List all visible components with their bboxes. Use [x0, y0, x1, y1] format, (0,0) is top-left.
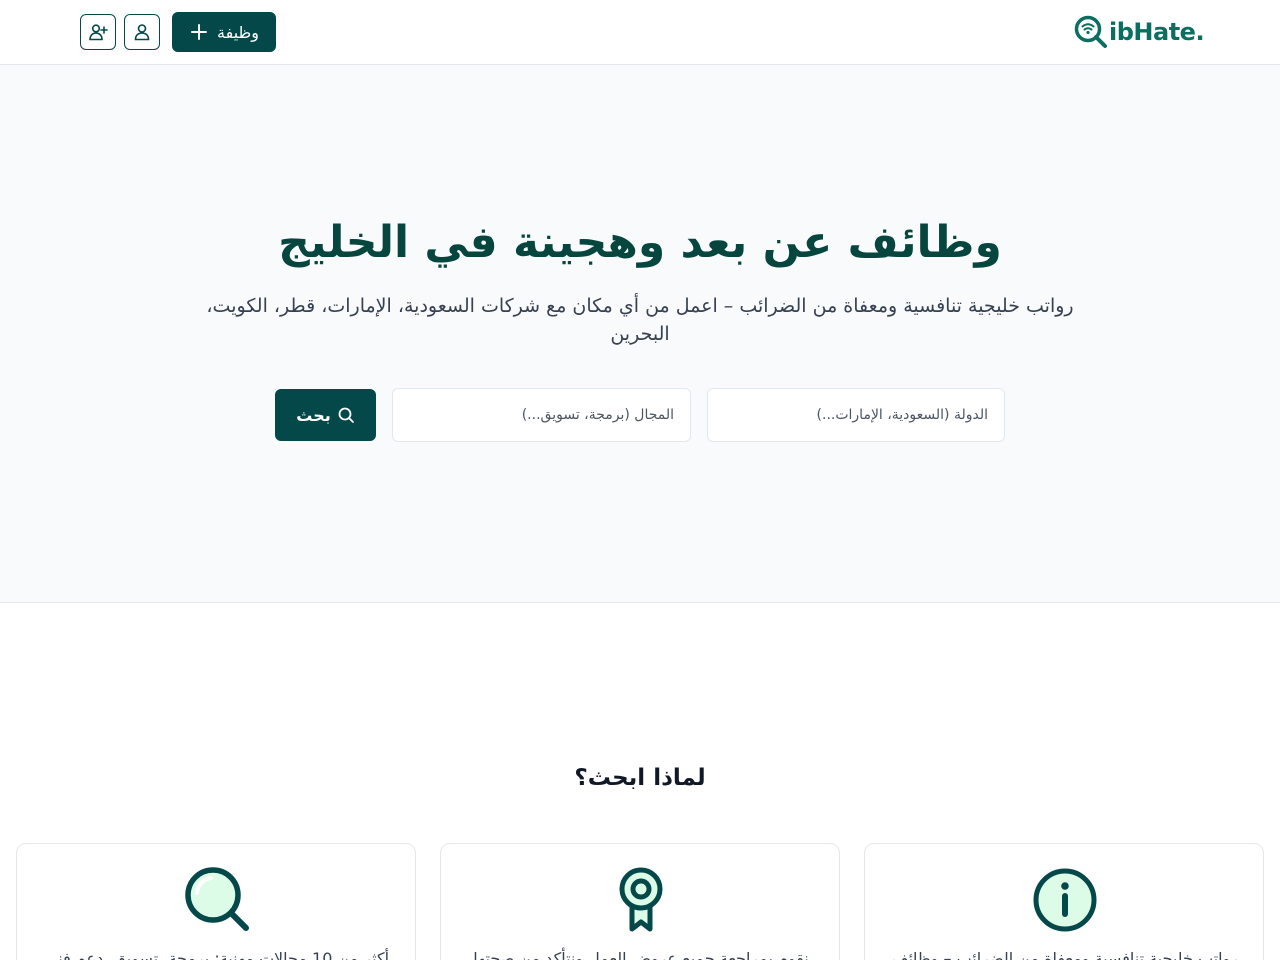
post-job-label: وظيفة — [217, 22, 259, 42]
logo-magnifier-icon — [1074, 15, 1107, 48]
feature-card-text: نقوم بمراجعة جميع عروض العمل ونتأكد من ص… — [473, 949, 809, 960]
search-button-label: بحث — [296, 405, 331, 425]
search-icon — [338, 407, 354, 423]
logo-text: ibHate. — [1109, 18, 1205, 46]
award-icon — [619, 867, 663, 932]
domain-input[interactable] — [392, 388, 691, 442]
hero-title: وظائف عن بعد وهجينة في الخليج — [278, 217, 1002, 268]
hero-section: وظائف عن بعد وهجينة في الخليج رواتب خليج… — [0, 65, 1280, 603]
post-job-button[interactable]: وظيفة — [172, 12, 276, 52]
hero-subtitle: رواتب خليجية تنافسية ومعفاة من الضرائب –… — [206, 295, 1074, 345]
feature-card-search: أكثر من 10 مجالات مهنية: برمجة، تسويق، د… — [16, 843, 416, 960]
search-button[interactable]: بحث — [275, 389, 376, 441]
top-navbar: ibHate. وظيفة — [0, 0, 1280, 65]
feature-card-text: رواتب خليجية تنافسية ومعفاة من الضرائب –… — [892, 949, 1238, 960]
country-input[interactable] — [707, 388, 1005, 442]
user-plus-icon — [89, 24, 108, 41]
feature-card-award: نقوم بمراجعة جميع عروض العمل ونتأكد من ص… — [440, 843, 840, 960]
user-icon — [134, 24, 150, 41]
info-icon — [1033, 868, 1097, 932]
why-section-title: لماذا ابحث؟ — [574, 765, 706, 791]
search-icon — [185, 867, 249, 931]
site-logo[interactable]: ibHate. — [1073, 14, 1205, 50]
login-button[interactable] — [124, 14, 160, 50]
plus-icon — [191, 24, 208, 40]
feature-card-info: رواتب خليجية تنافسية ومعفاة من الضرائب –… — [864, 843, 1264, 960]
register-button[interactable] — [80, 14, 116, 50]
feature-card-text: أكثر من 10 مجالات مهنية: برمجة، تسويق، د… — [44, 949, 390, 960]
